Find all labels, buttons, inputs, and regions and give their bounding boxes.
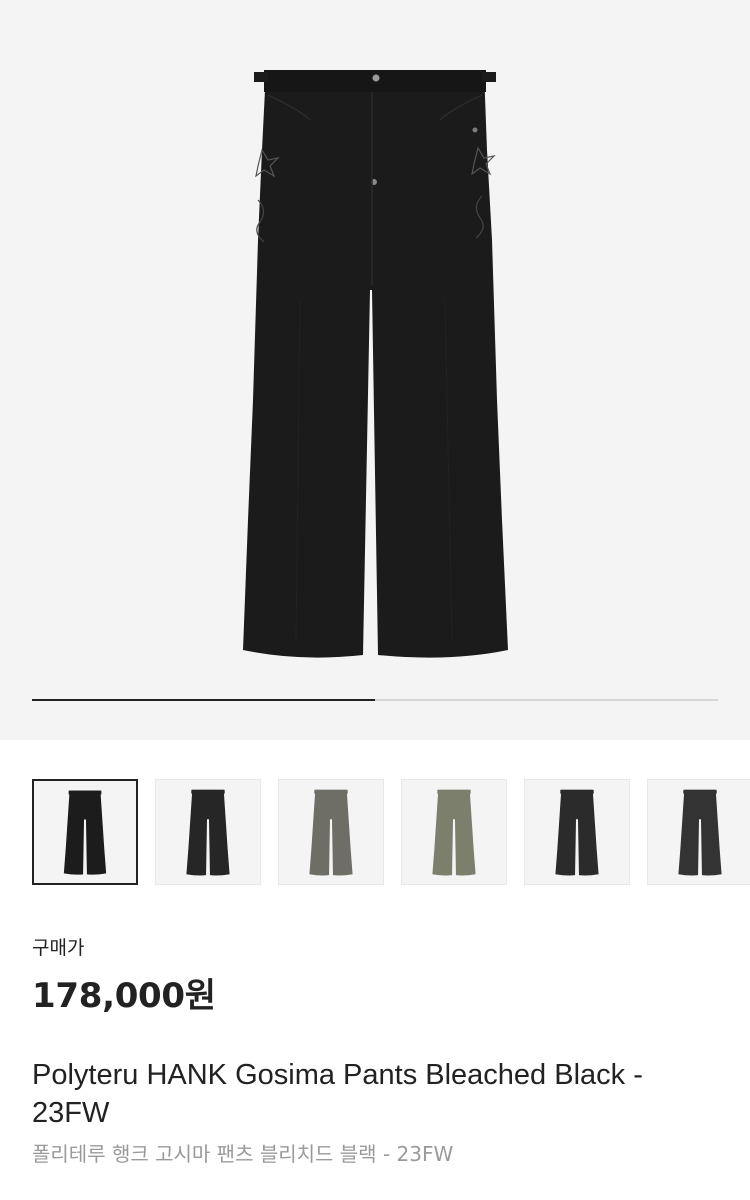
thumbnail-4[interactable] <box>401 779 507 885</box>
thumbnail-2[interactable] <box>155 779 261 885</box>
thumbnail-5[interactable] <box>524 779 630 885</box>
product-image-carousel[interactable] <box>0 0 750 740</box>
thumbnail-pants-icon <box>63 790 107 875</box>
thumbnail-1[interactable] <box>32 779 138 885</box>
carousel-progress-track <box>32 699 718 701</box>
thumbnail-6[interactable] <box>647 779 750 885</box>
thumbnail-pants-icon <box>432 789 476 876</box>
thumbnail-pants-icon <box>309 789 353 876</box>
price-label: 구매가 <box>32 937 85 959</box>
thumbnail-pants-icon <box>186 789 230 876</box>
pants-shape <box>243 70 508 658</box>
product-title-en: Polyteru HANK Gosima Pants Bleached Blac… <box>32 1059 643 1129</box>
carousel-progress-fill <box>32 699 375 701</box>
product-price: 178,000원 <box>32 976 216 1016</box>
thumbnail-pants-icon <box>555 789 599 876</box>
thumbnail-pants-icon <box>678 789 722 876</box>
thumbnail-strip[interactable] <box>0 740 750 905</box>
product-main-image <box>243 70 508 658</box>
product-title-ko: 폴리테루 행크 고시마 팬츠 블리치드 블랙 - 23FW <box>32 1142 454 1166</box>
thumbnail-3[interactable] <box>278 779 384 885</box>
